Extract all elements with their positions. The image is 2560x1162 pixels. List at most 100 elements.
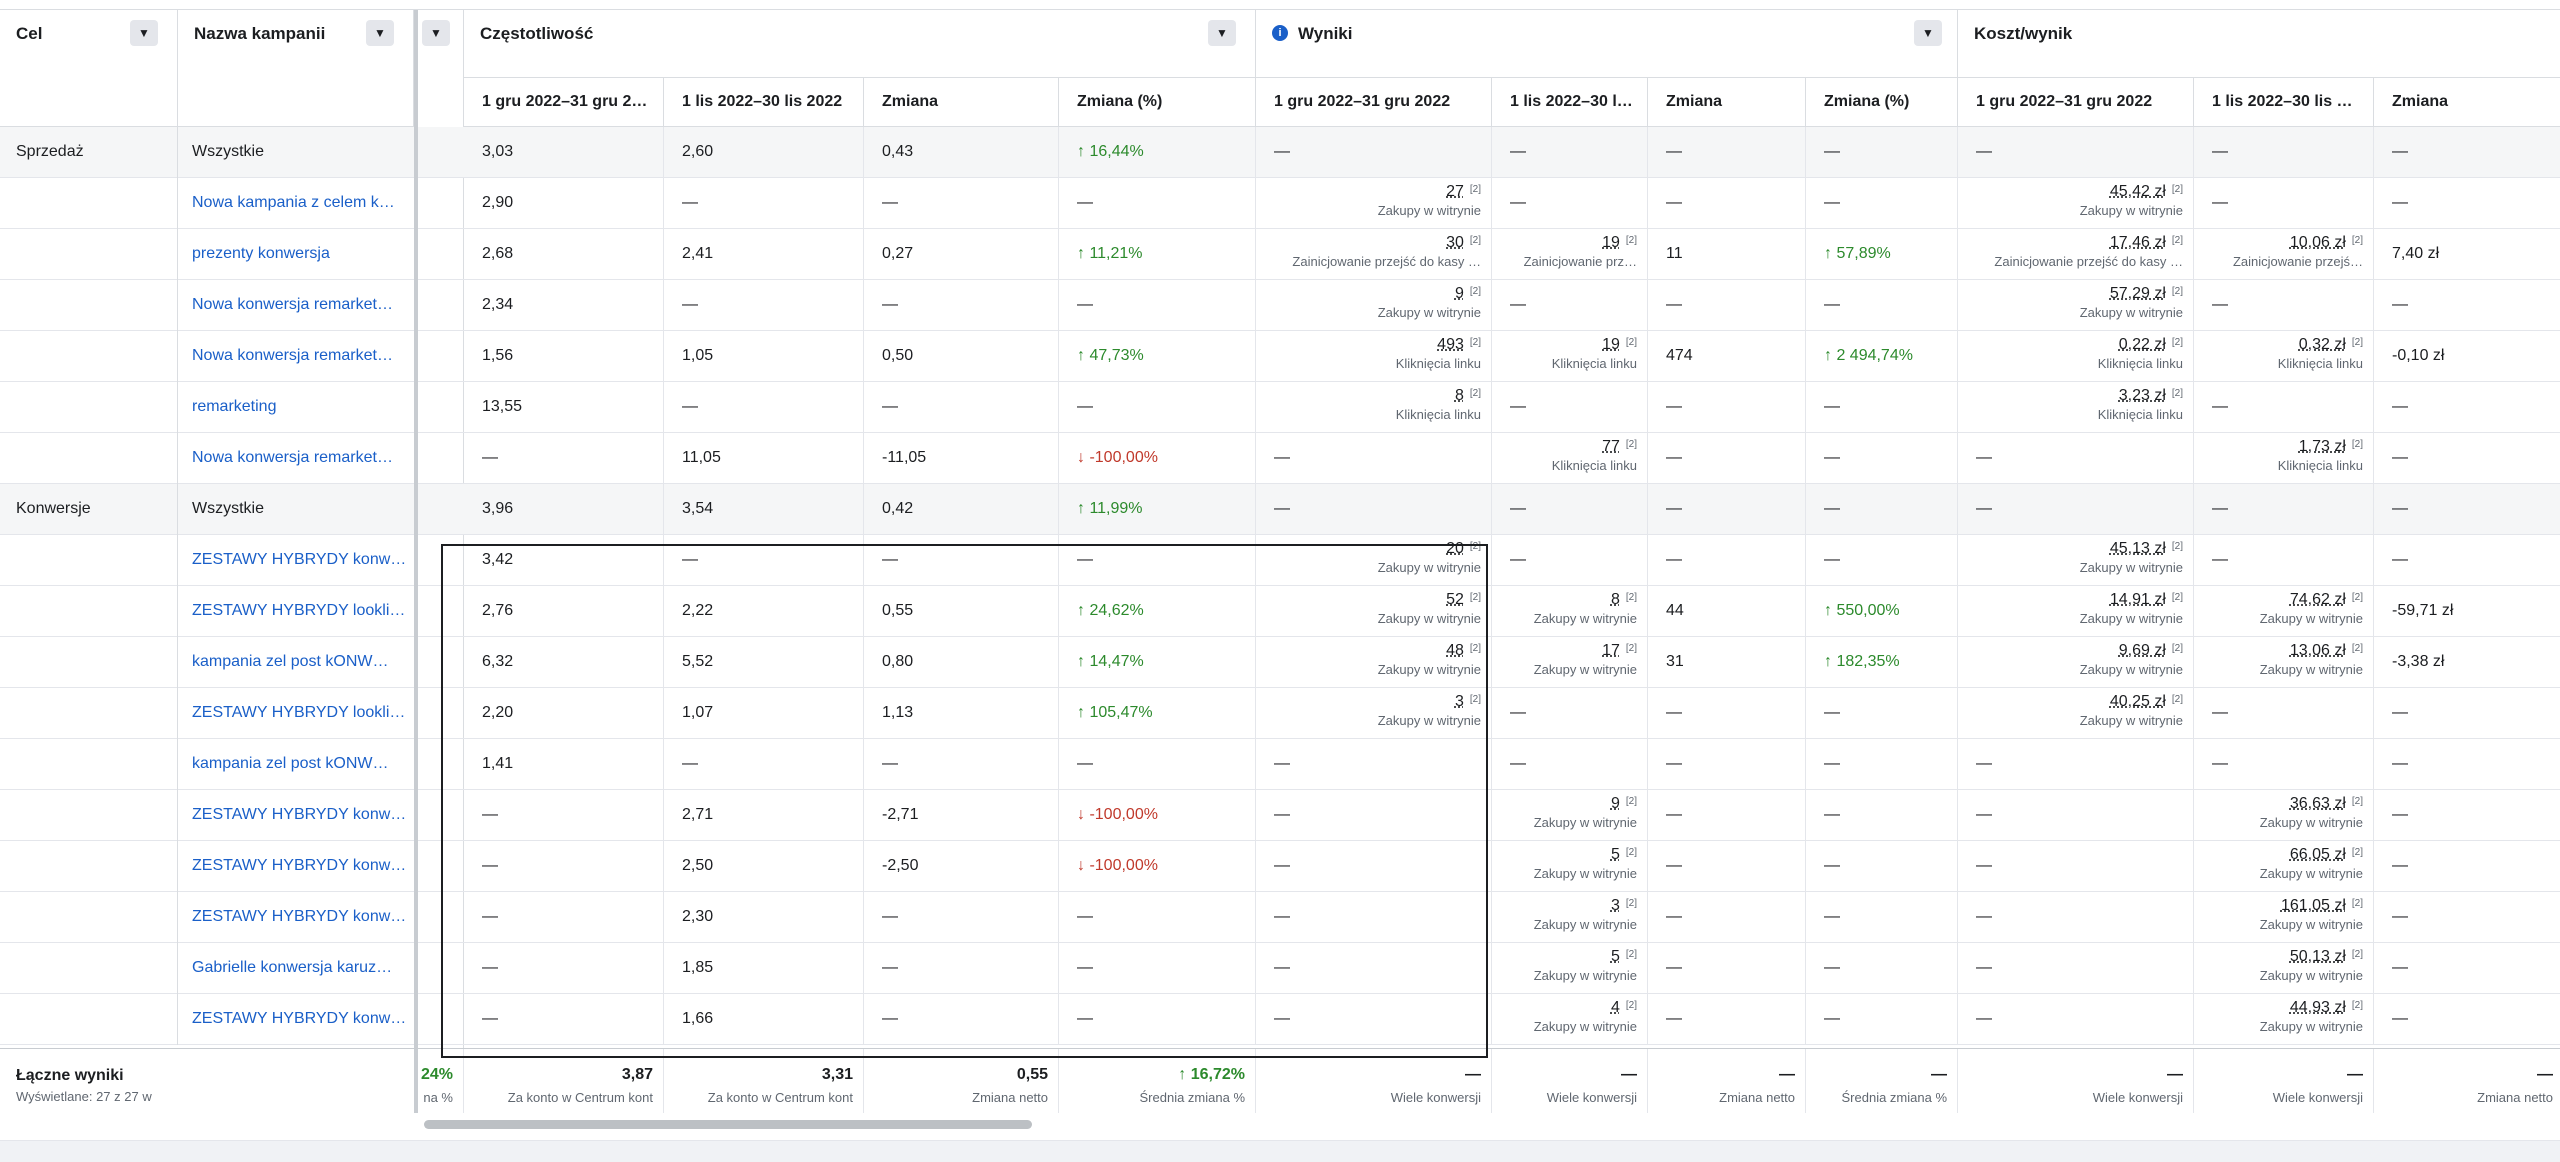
table-cell: — [1806,178,1958,229]
cell-value[interactable]: 45,13 zł [2110,540,2166,557]
table-cell: — [864,739,1059,790]
info-icon[interactable]: i [1272,25,1288,41]
cell-value[interactable]: 10,06 zł [2290,234,2346,251]
result-cell: 5 [2] Zakupy w witrynie [1492,943,1648,994]
cell-value[interactable]: 3,23 zł [2119,387,2166,404]
cell-value[interactable]: 77 [1602,438,1620,455]
cell-value[interactable]: 17 [1602,642,1620,659]
cell-value[interactable]: 19 [1602,234,1620,251]
campaign-link[interactable]: Gabrielle konwersja karuz… [178,943,414,994]
cell-value[interactable]: 27 [1446,183,1464,200]
cell-value[interactable]: 3 [1455,693,1464,710]
campaign-link[interactable]: kampania zel post kONW… [178,637,414,688]
column-header-wz[interactable]: Zmiana [1648,78,1806,127]
cell-value[interactable]: 9 [1455,285,1464,302]
cell-value[interactable]: 48 [1446,642,1464,659]
group-header-wyniki[interactable]: i Wyniki ▼ [1256,10,1958,78]
chevron-down-icon[interactable]: ▼ [422,20,450,46]
table-cell: — [1059,535,1256,586]
scroll-area[interactable]: ▼ Częstotliwość ▼ i Wyniki ▼ Koszt/wynik… [418,10,2560,1112]
cell-value[interactable]: 5 [1611,846,1620,863]
cell-value[interactable]: 493 [1437,336,1464,353]
chevron-down-icon[interactable]: ▼ [366,20,394,46]
campaign-link[interactable]: kampania zel post kONW… [178,739,414,790]
table-cell: 474 [1648,331,1806,382]
cell-value[interactable]: 13,06 zł [2290,642,2346,659]
totals-cell: — Wiele konwersji [1256,1049,1492,1113]
column-header-f2[interactable]: 1 lis 2022–30 lis 2022 [664,78,864,127]
totals-stub-label: na % [423,1090,453,1105]
campaign-link[interactable]: Nowa konwersja remarket… [178,280,414,331]
table-cell: — [1648,127,1806,178]
column-header-k1[interactable]: 1 gru 2022–31 gru 2022 [1958,78,2194,127]
cell-value[interactable]: 14,91 zł [2110,591,2166,608]
cell-value[interactable]: 8 [1455,387,1464,404]
cell-value[interactable]: 74,62 zł [2290,591,2346,608]
campaign-link[interactable]: ZESTAWY HYBRYDY lookli… [178,586,414,637]
cell-value[interactable]: 9 [1611,795,1620,812]
cell-value[interactable]: 40,25 zł [2110,693,2166,710]
table-cell: 2,41 [664,229,864,280]
column-header-kampania[interactable]: Nazwa kampanii ▼ [178,10,414,127]
column-header-f1[interactable]: 1 gru 2022–31 gru 2… [464,78,664,127]
campaign-link[interactable]: ZESTAWY HYBRYDY konw… [178,790,414,841]
table-cell: — [1958,127,2194,178]
cell-value[interactable]: 30 [1446,234,1464,251]
cell-value[interactable]: 161,05 zł [2281,897,2346,914]
table-row-frozen: Gabrielle konwersja karuz… [0,943,414,994]
frozen-columns: Cel ▼ Nazwa kampanii ▼ Sprzedaż Wszystkie… [0,10,418,1112]
column-header-w2[interactable]: 1 lis 2022–30 l… [1492,78,1648,127]
cell-value[interactable]: 17,46 zł [2110,234,2166,251]
cell-value[interactable]: 1,73 zł [2299,438,2346,455]
chevron-down-icon[interactable]: ▼ [130,20,158,46]
group-header-czestotliwosc[interactable]: Częstotliwość ▼ [464,10,1256,78]
cell-value[interactable]: 66,05 zł [2290,846,2346,863]
cell-value[interactable]: 44,93 zł [2290,999,2346,1016]
totals-caption: Wiele konwersji [1546,1090,1637,1105]
campaign-link[interactable]: prezenty konwersja [178,229,414,280]
campaign-link[interactable]: ZESTAWY HYBRYDY konw… [178,841,414,892]
cell-value[interactable]: 52 [1446,591,1464,608]
table-cell: — [464,790,664,841]
column-header-fp[interactable]: Zmiana (%) [1059,78,1256,127]
cell-value[interactable]: 0,32 zł [2299,336,2346,353]
footnote-marker: [2] [2171,184,2183,195]
totals-caption: Zmiana netto [2477,1090,2553,1105]
table-cell: — [1059,943,1256,994]
column-header-fz[interactable]: Zmiana [864,78,1059,127]
cell-value[interactable]: 36,63 zł [2290,795,2346,812]
chevron-down-icon[interactable]: ▼ [1208,20,1236,46]
table-cell: -0,10 zł [2374,331,2560,382]
column-header-wp[interactable]: Zmiana (%) [1806,78,1958,127]
campaign-link[interactable]: ZESTAWY HYBRYDY lookli… [178,688,414,739]
campaign-link[interactable]: ZESTAWY HYBRYDY konw… [178,892,414,943]
column-header-cel[interactable]: Cel ▼ [0,10,178,127]
cell-value[interactable]: 5 [1611,948,1620,965]
campaign-link[interactable]: Nowa konwersja remarket… [178,331,414,382]
campaign-link[interactable]: Nowa kampania z celem k… [178,178,414,229]
cell-value[interactable]: 45,42 zł [2110,183,2166,200]
cell-value[interactable]: 57,29 zł [2110,285,2166,302]
table-cell: — [2194,280,2374,331]
chevron-down-icon[interactable]: ▼ [1914,20,1942,46]
cell-value[interactable]: 20 [1446,540,1464,557]
column-header-k2[interactable]: 1 lis 2022–30 lis … [2194,78,2374,127]
campaign-link[interactable]: remarketing [178,382,414,433]
cell-value[interactable]: 4 [1611,999,1620,1016]
table-cell: -59,71 zł [2374,586,2560,637]
campaign-link[interactable]: Nowa konwersja remarket… [178,433,414,484]
column-header-w1[interactable]: 1 gru 2022–31 gru 2022 [1256,78,1492,127]
campaign-link[interactable]: ZESTAWY HYBRYDY konw… [178,535,414,586]
cell-value[interactable]: 19 [1602,336,1620,353]
horizontal-scrollbar[interactable] [424,1120,1032,1129]
cell-value[interactable]: 0,22 zł [2119,336,2166,353]
cell-value[interactable]: 8 [1611,591,1620,608]
group-header-koszt[interactable]: Koszt/wynik [1958,10,2560,78]
footnote-marker: [2] [1625,1000,1637,1011]
cell-value[interactable]: 9,69 zł [2119,642,2166,659]
column-header-kz[interactable]: Zmiana [2374,78,2560,127]
cell-value[interactable]: 3 [1611,897,1620,914]
cell-value[interactable]: 50,13 zł [2290,948,2346,965]
footnote-marker: [2] [2351,847,2363,858]
campaign-link[interactable]: ZESTAWY HYBRYDY konw… [178,994,414,1045]
